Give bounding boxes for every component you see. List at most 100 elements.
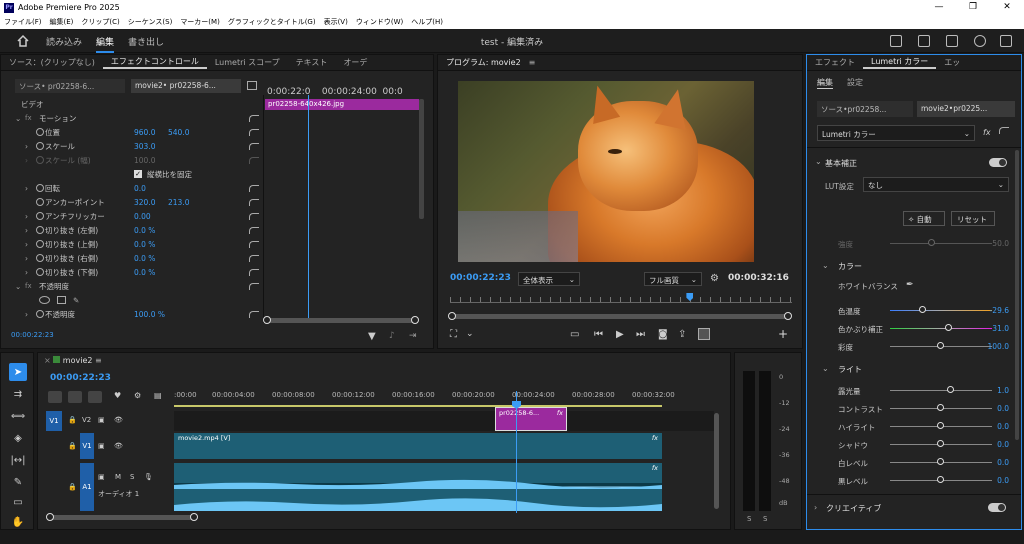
program-zoom-scroll[interactable] <box>448 312 792 320</box>
mute-button[interactable]: M <box>115 473 121 481</box>
eyedropper-icon[interactable]: ✒ <box>906 280 914 290</box>
reset-icon[interactable] <box>249 114 259 122</box>
timeline-vscroll[interactable] <box>714 413 719 509</box>
exposure-row[interactable]: 露光量 1.0 <box>812 382 1017 400</box>
lock-icon[interactable]: 🔒 <box>68 442 77 450</box>
menu-file[interactable]: ファイル(F) <box>4 17 42 27</box>
rotation-row[interactable]: › 回転 0.0 <box>1 181 263 195</box>
crop-bottom-row[interactable]: › 切り抜き (下側) 0.0 % <box>1 265 263 279</box>
lut-dropdown[interactable]: なし ⌄ <box>863 177 1009 192</box>
tint-row[interactable]: 色かぶり補正 31.0 <box>812 320 1017 338</box>
stopwatch-icon[interactable] <box>36 254 44 262</box>
position-y-value[interactable]: 540.0 <box>168 128 189 137</box>
scale-width-row[interactable]: › スケール (幅) 100.0 <box>1 153 263 167</box>
stopwatch-icon[interactable] <box>36 226 44 234</box>
crop-left-row[interactable]: › 切り抜き (左側) 0.0 % <box>1 223 263 237</box>
basic-toggle[interactable] <box>989 158 1007 167</box>
reset-icon[interactable] <box>249 240 259 248</box>
position-x-value[interactable]: 960.0 <box>134 128 155 137</box>
blacks-row[interactable]: 黒レベル 0.0 <box>812 472 1017 490</box>
share-icon[interactable] <box>918 35 930 47</box>
temperature-knob[interactable] <box>918 306 926 313</box>
reset-icon[interactable] <box>249 184 259 192</box>
compare-view-icon[interactable]: ▭ <box>570 329 579 340</box>
tab-effects[interactable]: エフェクト <box>807 57 863 68</box>
opacity-header-row[interactable]: ⌄ fx 不透明度 <box>1 279 263 293</box>
color-header[interactable]: カラー <box>838 261 862 272</box>
reset-icon[interactable] <box>249 310 259 318</box>
blacks-value[interactable]: 0.0 <box>997 476 1009 485</box>
tab-essential[interactable]: エッ <box>936 57 968 68</box>
selection-tool-icon[interactable]: ➤ <box>9 363 27 381</box>
reset-icon[interactable] <box>999 127 1009 134</box>
nest-icon[interactable] <box>48 391 62 403</box>
safe-margins-icon[interactable]: ⛶ <box>450 329 457 340</box>
zoom-dropdown[interactable]: 全体表示 ⌄ <box>518 272 580 286</box>
menu-clip[interactable]: クリップ(C) <box>81 17 119 27</box>
sync-lock-icon[interactable]: ▣ <box>98 416 105 424</box>
tab-lumetri-scopes[interactable]: Lumetri スコープ <box>207 57 288 68</box>
source-clip-selector[interactable]: ソース• pr02258-6... <box>15 79 125 93</box>
tab-audio[interactable]: オーデ <box>335 57 375 68</box>
razor-icon[interactable]: ◈ <box>9 429 27 447</box>
crop-bottom-value[interactable]: 0.0 % <box>134 268 155 277</box>
basic-collapse-icon[interactable]: ⌄ <box>815 157 822 166</box>
source-v1-patch[interactable]: V1 <box>46 411 62 431</box>
track-v2-label[interactable]: V2 <box>82 416 91 424</box>
filter-icon[interactable]: ▼ <box>368 331 376 342</box>
multicam-icon[interactable] <box>698 328 710 340</box>
menu-graphics[interactable]: グラフィックとタイトル(G) <box>228 17 316 27</box>
flicker-row[interactable]: › アンチフリッカー 0.00 <box>1 209 263 223</box>
program-menu-icon[interactable]: ≡ <box>529 58 536 67</box>
blacks-knob[interactable] <box>937 476 944 483</box>
program-timecode[interactable]: 00:00:22:23 <box>450 273 511 283</box>
export-icon[interactable]: ⇪ <box>678 329 686 340</box>
stopwatch-icon[interactable] <box>36 184 44 192</box>
solo-button[interactable]: S <box>130 473 134 481</box>
reset-button[interactable]: リセット <box>951 211 995 226</box>
temperature-value[interactable]: -29.6 <box>990 306 1009 315</box>
step-back-icon[interactable]: ⏮ <box>594 329 603 340</box>
tint-value[interactable]: 31.0 <box>992 324 1009 333</box>
panel-toggle-icon[interactable] <box>247 81 257 90</box>
shadows-value[interactable]: 0.0 <box>997 440 1009 449</box>
export-frame-icon[interactable]: ⇥ <box>409 331 417 341</box>
position-row[interactable]: 位置 960.0 540.0 <box>1 125 263 139</box>
pen-mask-icon[interactable]: ✎ <box>73 296 79 305</box>
color-collapse-icon[interactable]: ⌄ <box>822 261 829 270</box>
lumetri-source-selector[interactable]: ソース•pr02258... <box>817 101 913 117</box>
timeline-timecode[interactable]: 00:00:22:23 <box>50 373 111 383</box>
stopwatch-icon[interactable] <box>36 240 44 248</box>
stopwatch-icon[interactable] <box>36 212 44 220</box>
crop-left-value[interactable]: 0.0 % <box>134 226 155 235</box>
lock-icon[interactable]: 🔒 <box>68 416 77 424</box>
solo-left-button[interactable]: S <box>747 515 751 523</box>
exposure-value[interactable]: 1.0 <box>997 386 1009 395</box>
motion-row[interactable]: ⌄ fx モーション <box>1 111 263 125</box>
timeline-playhead-line[interactable] <box>516 391 517 513</box>
clip-v1[interactable]: movie2.mp4 [V] fx <box>174 433 662 459</box>
crop-top-row[interactable]: › 切り抜き (上側) 0.0 % <box>1 237 263 251</box>
tab-text[interactable]: テキスト <box>288 57 336 68</box>
sync-lock-icon[interactable]: ▣ <box>98 473 105 481</box>
reset-icon[interactable] <box>249 282 259 290</box>
ec-clip-bar[interactable]: pr02258-640x426.jpg <box>265 99 419 110</box>
anchor-y-value[interactable]: 213.0 <box>168 198 189 207</box>
program-title[interactable]: プログラム: movie2 <box>438 57 529 68</box>
basic-correction-header[interactable]: 基本補正 <box>825 158 857 169</box>
contrast-row[interactable]: コントラスト 0.0 <box>812 400 1017 418</box>
menu-view[interactable]: 表示(V) <box>324 17 348 27</box>
solo-right-button[interactable]: S <box>763 515 767 523</box>
workspaces-menu-icon[interactable] <box>946 35 958 47</box>
opacity-value[interactable]: 100.0 % <box>134 310 165 319</box>
stopwatch-icon[interactable] <box>36 198 44 206</box>
reset-icon[interactable] <box>249 268 259 276</box>
camera-icon[interactable]: ◙ <box>658 329 668 340</box>
crop-right-value[interactable]: 0.0 % <box>134 254 155 263</box>
creative-expand-icon[interactable]: › <box>814 503 817 512</box>
microphone-icon[interactable]: 🎙 <box>144 473 153 481</box>
minimize-button[interactable]: — <box>922 0 956 15</box>
light-collapse-icon[interactable]: ⌄ <box>822 364 829 373</box>
reset-icon[interactable] <box>249 254 259 262</box>
wrench-icon[interactable]: ⚙ <box>710 273 719 284</box>
